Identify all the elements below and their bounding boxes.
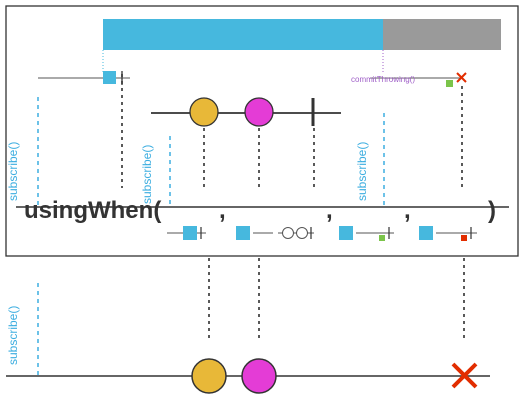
element-circle-icon [241,358,277,394]
commit-label: commitThrowing() [351,75,415,84]
resource-closed-bar [383,19,501,50]
operator-name: usingWhen( [24,197,161,224]
subscribe-label: subscribe() [6,142,20,201]
operator-close-paren: ) [488,197,496,224]
subscribe-label: subscribe() [355,142,369,201]
subscribe-label: subscribe() [6,306,20,365]
operator-comma: , [326,197,333,224]
resource-lifetime-bar [103,19,383,50]
resource-square-icon [339,226,353,240]
commit-square-icon [446,80,453,87]
resource-square-icon [236,226,250,240]
usingwhen-marble-diagram: commitThrowing() subscribe() subscribe()… [5,5,519,394]
element-circle-icon [296,227,308,239]
error-square-icon [461,235,467,241]
param-resource-closure [236,226,314,240]
param-async-error [419,226,477,241]
operator-comma: , [404,197,411,224]
resource-square-icon [103,71,116,84]
element-circle-icon [282,227,294,239]
resource-square-icon [183,226,197,240]
resource-square-icon [419,226,433,240]
subscribe-label: subscribe() [140,145,154,204]
operator-comma: , [219,197,226,224]
param-async-complete [339,226,394,241]
element-circle-icon [189,97,219,127]
commit-square-icon [379,235,385,241]
param-resource-supplier [167,226,206,240]
element-circle-icon [191,358,227,394]
element-circle-icon [244,97,274,127]
